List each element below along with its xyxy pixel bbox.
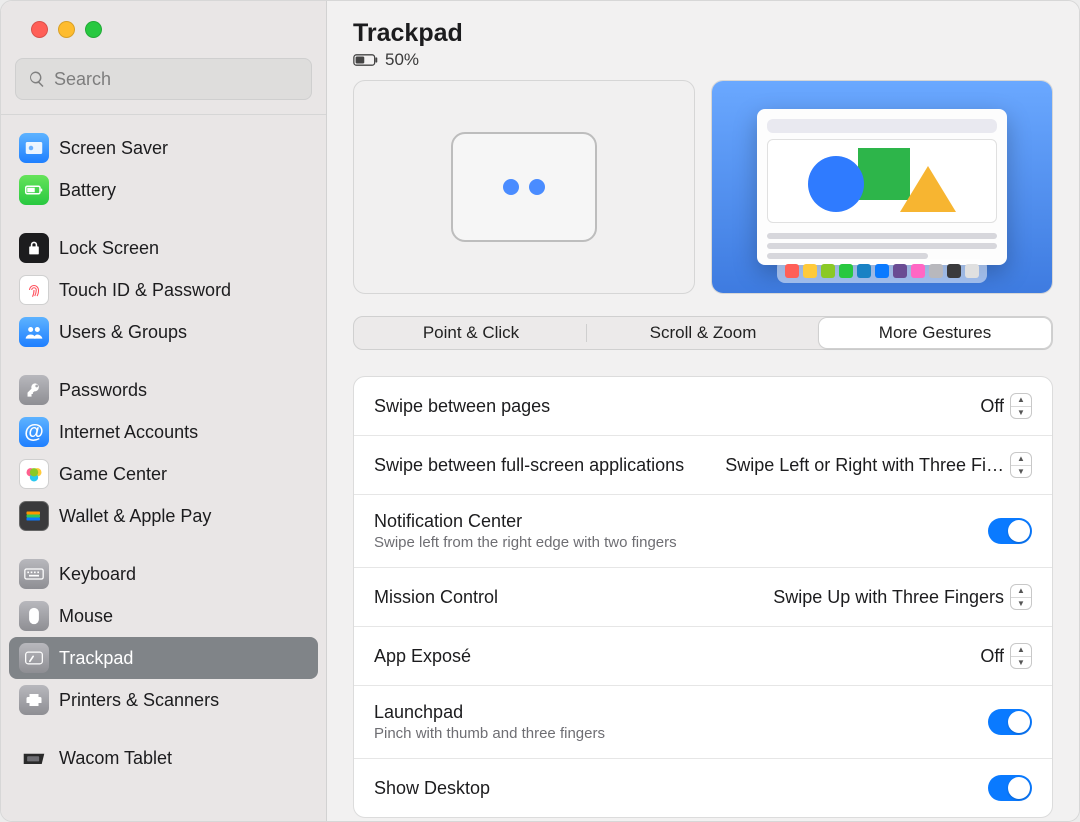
main-content: Trackpad 50% <box>327 1 1079 821</box>
popup-stepper[interactable]: ▲▼ <box>1010 643 1032 669</box>
battery-icon <box>19 175 49 205</box>
search-input[interactable] <box>54 69 299 90</box>
trackpad-preview <box>353 80 695 294</box>
fingerprint-icon <box>19 275 49 305</box>
settings-list: Swipe between pages Off ▲▼ Swipe between… <box>353 376 1053 818</box>
wallet-icon <box>19 501 49 531</box>
tab-more-gestures[interactable]: More Gestures <box>819 318 1051 348</box>
battery-status: 50% <box>353 50 1053 70</box>
setting-label: Mission Control <box>374 587 498 608</box>
sidebar-item-label: Game Center <box>59 464 167 485</box>
row-mission-control: Mission Control Swipe Up with Three Fing… <box>354 568 1052 627</box>
setting-value: Swipe Left or Right with Three Fi… <box>725 455 1004 476</box>
setting-sub: Swipe left from the right edge with two … <box>374 534 677 551</box>
sidebar-item-wallet-apple-pay[interactable]: Wallet & Apple Pay <box>9 495 318 537</box>
setting-value: Off <box>980 396 1004 417</box>
popup-stepper[interactable]: ▲▼ <box>1010 393 1032 419</box>
setting-label: Launchpad <box>374 702 605 723</box>
row-swipe-between-apps: Swipe between full-screen applications S… <box>354 436 1052 495</box>
sidebar-list[interactable]: Screen Saver Battery Lock Screen <box>1 115 326 821</box>
lock-screen-icon <box>19 233 49 263</box>
sidebar-item-internet-accounts[interactable]: @ Internet Accounts <box>9 411 318 453</box>
sidebar-item-mouse[interactable]: Mouse <box>9 595 318 637</box>
tab-bar: Point & Click Scroll & Zoom More Gesture… <box>353 316 1053 350</box>
popup-stepper[interactable]: ▲▼ <box>1010 452 1032 478</box>
sidebar-item-screen-saver[interactable]: Screen Saver <box>9 127 318 169</box>
row-show-desktop: Show Desktop <box>354 759 1052 817</box>
dock-illustration <box>777 259 987 283</box>
zoom-window-button[interactable] <box>85 21 102 38</box>
key-icon <box>19 375 49 405</box>
setting-label: App Exposé <box>374 646 471 667</box>
sidebar-item-label: Passwords <box>59 380 147 401</box>
page-title: Trackpad <box>353 19 1053 48</box>
popup-stepper[interactable]: ▲▼ <box>1010 584 1032 610</box>
sidebar-item-keyboard[interactable]: Keyboard <box>9 553 318 595</box>
sidebar-item-label: Printers & Scanners <box>59 690 219 711</box>
gesture-preview <box>711 80 1053 294</box>
search-icon <box>28 70 46 88</box>
setting-value: Swipe Up with Three Fingers <box>773 587 1004 608</box>
sidebar-item-label: Keyboard <box>59 564 136 585</box>
sidebar-item-battery[interactable]: Battery <box>9 169 318 211</box>
toggle-show-desktop[interactable] <box>988 775 1032 801</box>
row-swipe-between-pages: Swipe between pages Off ▲▼ <box>354 377 1052 436</box>
tab-scroll-zoom[interactable]: Scroll & Zoom <box>587 318 819 348</box>
window-controls <box>1 1 326 50</box>
sidebar-item-users-groups[interactable]: Users & Groups <box>9 311 318 353</box>
sidebar-item-wacom-tablet[interactable]: Wacom Tablet <box>9 737 318 779</box>
battery-level-icon <box>353 53 379 67</box>
sidebar: Screen Saver Battery Lock Screen <box>1 1 327 821</box>
battery-level-text: 50% <box>385 50 419 70</box>
sidebar-item-trackpad[interactable]: Trackpad <box>9 637 318 679</box>
sidebar-item-label: Internet Accounts <box>59 422 198 443</box>
sidebar-item-label: Screen Saver <box>59 138 168 159</box>
close-window-button[interactable] <box>31 21 48 38</box>
sidebar-item-label: Mouse <box>59 606 113 627</box>
setting-label: Show Desktop <box>374 778 490 799</box>
row-launchpad: Launchpad Pinch with thumb and three fin… <box>354 686 1052 759</box>
sidebar-item-label: Wacom Tablet <box>59 748 172 769</box>
setting-label: Swipe between pages <box>374 396 550 417</box>
setting-sub: Pinch with thumb and three fingers <box>374 725 605 742</box>
trackpad-icon <box>19 643 49 673</box>
tab-point-click[interactable]: Point & Click <box>355 318 587 348</box>
wacom-tablet-icon <box>19 743 49 773</box>
sidebar-item-label: Users & Groups <box>59 322 187 343</box>
trackpad-illustration <box>451 132 597 242</box>
keyboard-icon <box>19 559 49 589</box>
sidebar-item-touch-id[interactable]: Touch ID & Password <box>9 269 318 311</box>
printer-icon <box>19 685 49 715</box>
users-icon <box>19 317 49 347</box>
sidebar-item-label: Battery <box>59 180 116 201</box>
setting-value: Off <box>980 646 1004 667</box>
toggle-launchpad[interactable] <box>988 709 1032 735</box>
search-field[interactable] <box>15 58 312 100</box>
sidebar-item-game-center[interactable]: Game Center <box>9 453 318 495</box>
sidebar-item-label: Touch ID & Password <box>59 280 231 301</box>
sidebar-item-label: Wallet & Apple Pay <box>59 506 211 527</box>
sidebar-item-lock-screen[interactable]: Lock Screen <box>9 227 318 269</box>
toggle-notification-center[interactable] <box>988 518 1032 544</box>
mouse-icon <box>19 601 49 631</box>
setting-label: Notification Center <box>374 511 677 532</box>
minimize-window-button[interactable] <box>58 21 75 38</box>
row-notification-center: Notification Center Swipe left from the … <box>354 495 1052 568</box>
preview-row <box>353 80 1053 294</box>
sidebar-item-label: Trackpad <box>59 648 133 669</box>
at-sign-icon: @ <box>19 417 49 447</box>
screen-saver-icon <box>19 133 49 163</box>
sidebar-item-label: Lock Screen <box>59 238 159 259</box>
sidebar-item-passwords[interactable]: Passwords <box>9 369 318 411</box>
row-app-expose: App Exposé Off ▲▼ <box>354 627 1052 686</box>
setting-label: Swipe between full-screen applications <box>374 455 684 476</box>
settings-window: Screen Saver Battery Lock Screen <box>0 0 1080 822</box>
game-center-icon <box>19 459 49 489</box>
sidebar-item-printers-scanners[interactable]: Printers & Scanners <box>9 679 318 721</box>
